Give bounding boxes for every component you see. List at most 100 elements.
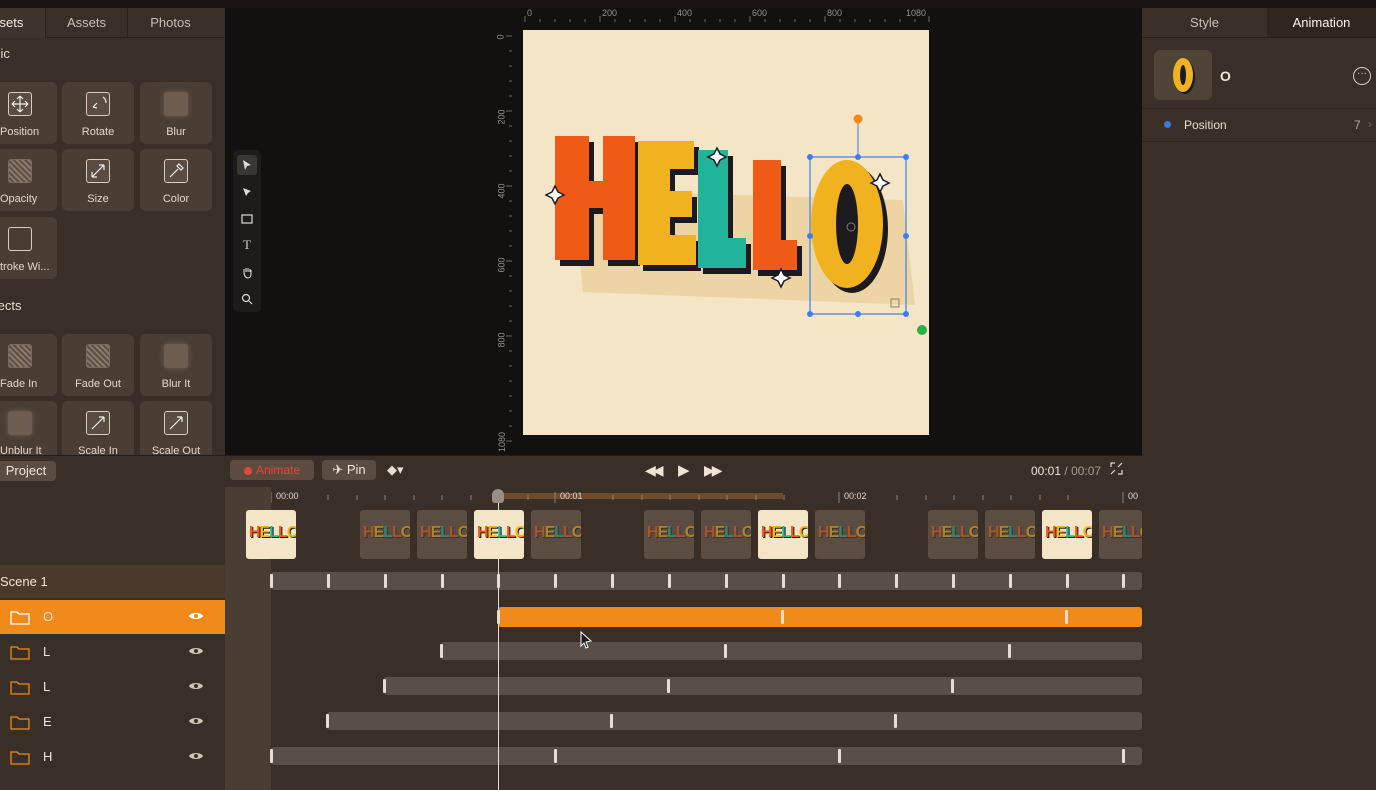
layer-row-o[interactable]: O [0,600,225,634]
pin-button[interactable]: ✈ Pin [322,460,376,480]
more-options-icon[interactable]: ··· [1353,67,1371,85]
frame-thumbnail[interactable]: HELLO [531,510,581,559]
keyframe-marker[interactable] [1008,644,1011,658]
fast-forward-icon[interactable]: ▶▶ [704,462,722,479]
frame-thumbnail[interactable]: HELLO [815,510,865,559]
effect-fade-in[interactable]: Fade In [0,334,57,396]
layer-row-l[interactable]: L [0,635,225,669]
hello-artwork[interactable] [523,30,929,435]
effect-unblur-it[interactable]: Unblur It [0,401,57,455]
rewind-icon[interactable]: ◀◀ [645,462,663,479]
keyframe-marker[interactable] [1122,574,1125,588]
eye-icon[interactable] [188,715,204,727]
keyframe-marker[interactable] [668,574,671,588]
eye-icon[interactable] [188,610,204,622]
zoom-tool-icon[interactable] [237,289,257,309]
tab-presets[interactable]: resets [0,8,46,38]
artboard[interactable] [523,30,929,435]
fullscreen-icon[interactable] [1110,462,1123,475]
frame-thumbnail[interactable]: HELLO [246,510,296,559]
keyframe-marker[interactable] [952,574,955,588]
track-o[interactable] [498,607,1142,627]
preset-position[interactable]: Position [0,82,57,144]
preset-color[interactable]: Color [140,149,212,211]
preset-blur[interactable]: Blur [140,82,212,144]
record-button[interactable]: Animate [230,460,314,480]
keyframe-marker[interactable] [326,714,329,728]
keyframe-marker[interactable] [384,574,387,588]
tab-animation[interactable]: Animation [1267,8,1376,37]
keyframe-marker[interactable] [270,574,273,588]
keyframe-marker[interactable] [441,574,444,588]
layer-row-h[interactable]: H [0,740,225,774]
keyframe-marker[interactable] [554,574,557,588]
eye-icon[interactable] [188,680,204,692]
canvas-area[interactable]: 0 200 400 600 800 1080 0 200 400 600 800… [225,8,1142,455]
keyframe-marker[interactable] [838,574,841,588]
keyframe-marker[interactable] [440,644,443,658]
rectangle-tool-icon[interactable] [237,209,257,229]
keyframe-marker[interactable] [895,574,898,588]
frame-thumbnail[interactable]: HELLO [1099,510,1142,559]
keyframe-marker[interactable] [667,679,670,693]
playhead-handle[interactable] [492,489,504,503]
track-h[interactable] [271,747,1142,765]
frame-thumbnail[interactable]: HELLO [985,510,1035,559]
frame-thumbnail[interactable]: HELLO [360,510,410,559]
keyframe-marker[interactable] [781,610,784,624]
letter-e[interactable] [638,141,701,271]
anchor-handle[interactable] [917,325,927,335]
hand-tool-icon[interactable] [237,262,257,282]
keyframe-marker[interactable] [611,574,614,588]
keyframe-marker[interactable] [270,749,273,763]
keyframe-marker[interactable] [610,714,613,728]
keyframe-marker[interactable] [951,679,954,693]
project-button[interactable]: Project [0,461,56,481]
keyframe-marker[interactable] [838,749,841,763]
frame-thumbnail[interactable]: HELLO [928,510,978,559]
effect-blur-it[interactable]: Blur It [140,334,212,396]
tab-style[interactable]: Style [1142,8,1267,37]
effect-scale-in[interactable]: Scale In [62,401,134,455]
keyframe-marker[interactable] [1065,610,1068,624]
keyframe-marker[interactable] [1066,574,1069,588]
keyframe-marker[interactable] [1122,749,1125,763]
frame-thumbnail[interactable]: HELLO [644,510,694,559]
keyframe-marker[interactable] [894,714,897,728]
time-ruler[interactable] [271,489,1142,507]
eye-icon[interactable] [188,750,204,762]
layer-row-l[interactable]: L [0,670,225,704]
frame-thumbnail[interactable]: HELLO [758,510,808,559]
property-row-position[interactable]: Position 7 › [1142,108,1376,142]
layer-name: L [43,644,51,659]
track-e[interactable] [327,712,1142,730]
effect-scale-out[interactable]: Scale Out [140,401,212,455]
play-icon[interactable]: ▶ [678,461,690,479]
keyframe-marker[interactable] [554,749,557,763]
scene-row[interactable]: Scene 1 [0,565,225,598]
effect-fade-out[interactable]: Fade Out [62,334,134,396]
keyframe-marker[interactable] [725,574,728,588]
direct-select-tool-icon[interactable] [237,182,257,202]
tab-photos[interactable]: Photos [128,8,213,38]
keyframe-marker[interactable] [782,574,785,588]
preset-size[interactable]: Size [62,149,134,211]
text-tool-icon[interactable]: T [237,235,257,255]
preset-opacity[interactable]: Opacity [0,149,57,211]
preset-stroke-width[interactable]: troke Wi... [0,217,57,279]
select-tool-icon[interactable] [237,155,257,175]
keyframe-marker[interactable] [327,574,330,588]
frame-thumbnail[interactable]: HELLO [417,510,467,559]
track-l[interactable] [441,642,1142,660]
frame-thumbnail[interactable]: HELLO [1042,510,1092,559]
keyframe-menu-icon[interactable]: ◆▾ [387,462,404,478]
layer-row-e[interactable]: E [0,705,225,739]
keyframe-marker[interactable] [1009,574,1012,588]
preset-rotate[interactable]: Rotate [62,82,134,144]
frame-thumbnail[interactable]: HELLO [701,510,751,559]
keyframe-marker[interactable] [383,679,386,693]
eye-icon[interactable] [188,645,204,657]
tab-assets[interactable]: Assets [46,8,128,38]
keyframe-marker[interactable] [724,644,727,658]
frame-thumbnail[interactable]: HELLO [474,510,524,559]
